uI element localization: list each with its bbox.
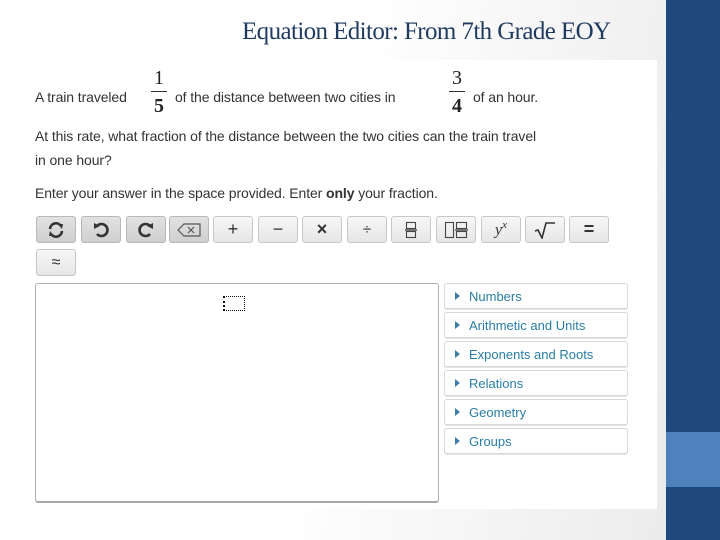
answer-placeholder-box[interactable] xyxy=(223,296,245,311)
square-root-button[interactable] xyxy=(525,216,565,243)
refresh-icon xyxy=(48,221,64,238)
redo-icon xyxy=(138,222,153,237)
undo-button[interactable] xyxy=(81,216,121,243)
fraction-one-fifth: 1 5 xyxy=(151,67,167,117)
instruction-part1: Enter your answer in the space provided.… xyxy=(35,185,327,201)
mixed-number-button[interactable] xyxy=(436,216,476,243)
category-groups[interactable]: Groups xyxy=(444,428,628,454)
fraction-three-fourths: 3 4 xyxy=(449,67,465,117)
reset-button[interactable] xyxy=(36,216,76,243)
category-arithmetic-and-units[interactable]: Arithmetic and Units xyxy=(444,312,628,338)
question-text-line2: At this rate, what fraction of the dista… xyxy=(35,128,537,144)
equals-icon: = xyxy=(583,219,595,239)
expand-triangle-icon xyxy=(455,350,460,358)
category-label: Arithmetic and Units xyxy=(469,317,586,333)
side-decoration-accent xyxy=(666,432,720,487)
fraction-bar xyxy=(449,91,465,92)
category-label: Groups xyxy=(469,433,512,449)
instruction-emphasis: only xyxy=(326,185,355,201)
fraction-icon xyxy=(405,221,417,238)
category-exponents-and-roots[interactable]: Exponents and Roots xyxy=(444,341,628,367)
question-text-part3: of an hour. xyxy=(473,89,539,105)
exponent-superscript: x xyxy=(502,219,507,232)
category-relations[interactable]: Relations xyxy=(444,370,628,396)
category-label: Numbers xyxy=(469,288,522,304)
category-numbers[interactable]: Numbers xyxy=(444,283,628,309)
approximately-button[interactable]: ≈ xyxy=(36,249,76,276)
backspace-button[interactable] xyxy=(169,216,209,243)
question-text-line3: in one hour? xyxy=(35,152,112,168)
answer-input[interactable] xyxy=(35,283,439,503)
plus-icon: + xyxy=(227,219,239,239)
category-label: Relations xyxy=(469,375,524,391)
undo-icon xyxy=(94,222,109,237)
category-geometry[interactable]: Geometry xyxy=(444,399,628,425)
fraction-numerator: 3 xyxy=(452,67,462,89)
instruction-text: Enter your answer in the space provided.… xyxy=(35,185,438,201)
equals-button[interactable]: = xyxy=(569,216,609,243)
times-icon: × xyxy=(316,219,328,239)
fraction-denominator: 5 xyxy=(154,95,164,117)
square-root-icon xyxy=(534,221,555,239)
instruction-part2: your fraction. xyxy=(354,185,438,201)
expand-triangle-icon xyxy=(455,321,460,329)
exponent-button[interactable]: yx xyxy=(481,216,521,243)
category-label: Exponents and Roots xyxy=(469,346,594,362)
fraction-numerator: 1 xyxy=(154,67,164,89)
minus-button[interactable]: − xyxy=(258,216,298,243)
redo-button[interactable] xyxy=(126,216,166,243)
fraction-bar xyxy=(151,91,167,92)
approx-icon: ≈ xyxy=(51,253,61,271)
plus-button[interactable]: + xyxy=(213,216,253,243)
expand-triangle-icon xyxy=(455,292,460,300)
exponent-icon: yx xyxy=(495,219,507,239)
expand-triangle-icon xyxy=(455,408,460,416)
minus-icon: − xyxy=(272,219,284,239)
fraction-button[interactable] xyxy=(391,216,431,243)
backspace-icon xyxy=(177,222,201,237)
category-label: Geometry xyxy=(469,404,527,420)
question-text-part2: of the distance between two cities in xyxy=(175,89,396,105)
fraction-denominator: 4 xyxy=(452,95,462,117)
question-text-part1: A train traveled xyxy=(35,89,127,105)
times-button[interactable]: × xyxy=(302,216,342,243)
mixed-number-icon xyxy=(444,221,468,238)
divide-button[interactable]: ÷ xyxy=(347,216,387,243)
expand-triangle-icon xyxy=(455,437,460,445)
divide-icon: ÷ xyxy=(362,221,372,238)
slide-title: Equation Editor: From 7th Grade EOY xyxy=(242,18,611,45)
expand-triangle-icon xyxy=(455,379,460,387)
